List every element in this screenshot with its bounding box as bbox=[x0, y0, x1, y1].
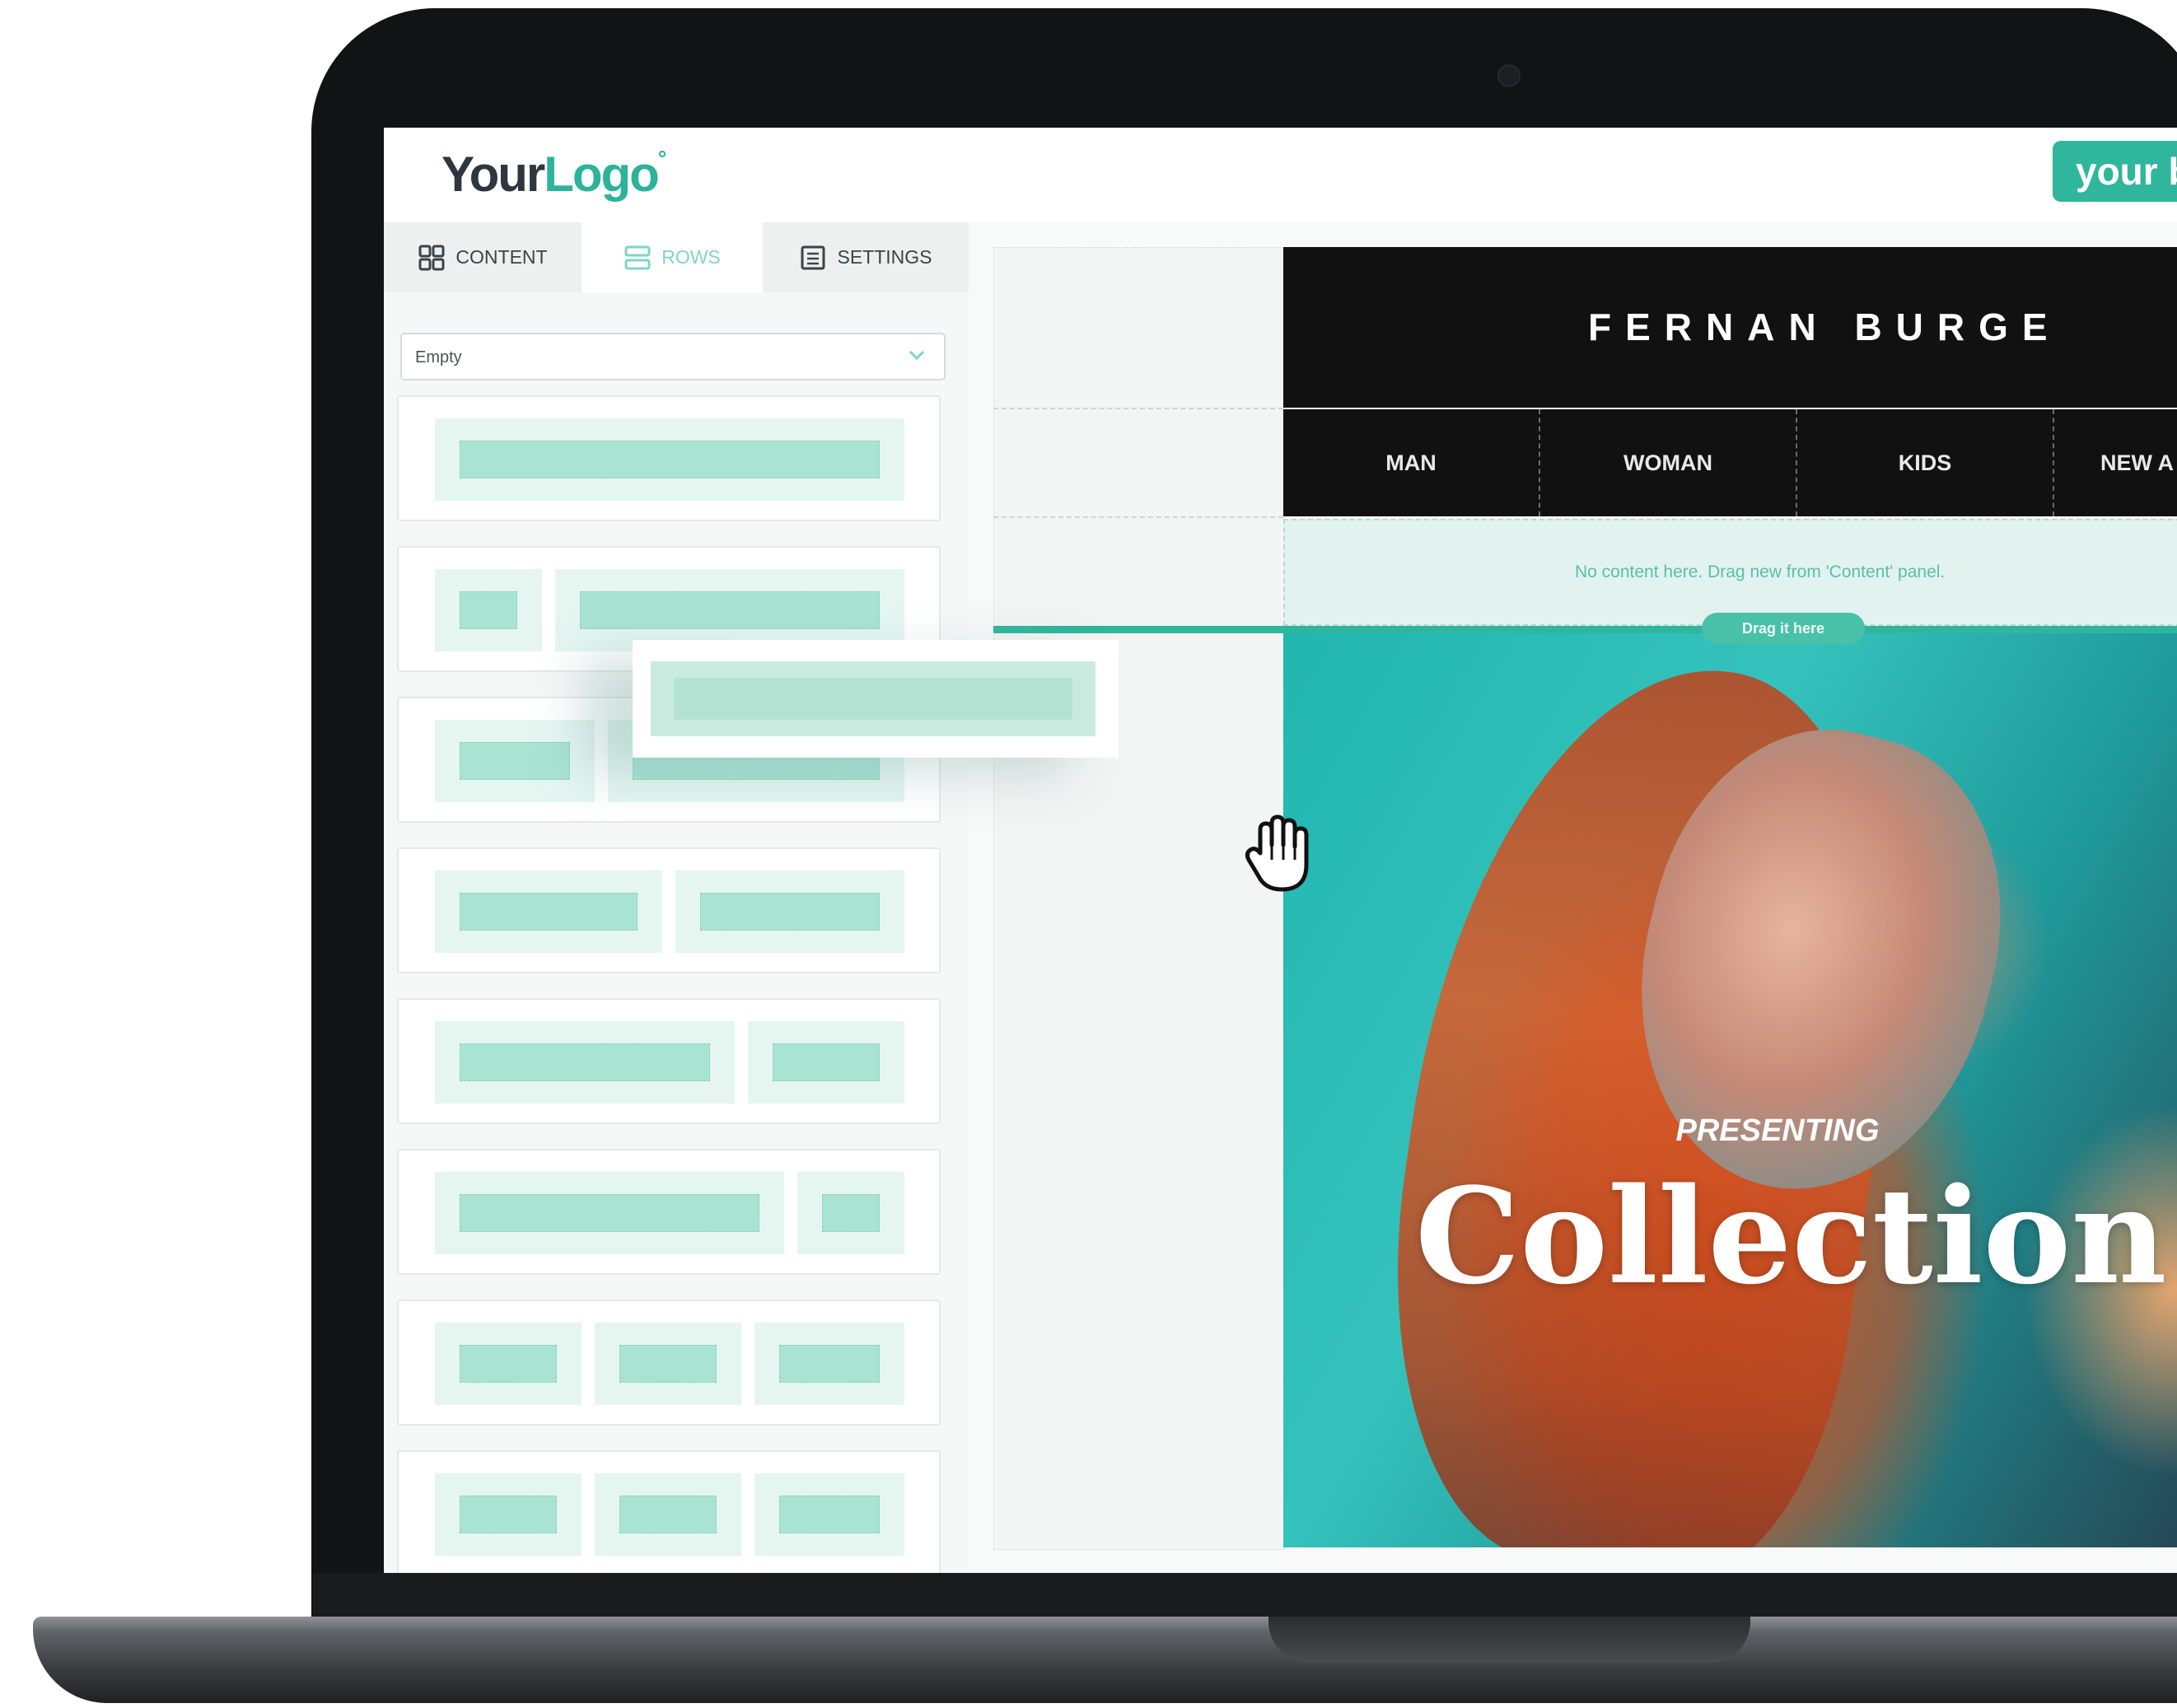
drop-label: Drag it here bbox=[1702, 613, 1865, 644]
rows-icon bbox=[624, 245, 651, 269]
hero-image: PRESENTING Collection X bbox=[1283, 632, 2177, 1547]
row-filter-value: Empty bbox=[415, 348, 462, 366]
sidebar: CONTENT ROWS SETTINGS Empty bbox=[384, 222, 970, 1573]
tab-rows[interactable]: ROWS bbox=[582, 222, 763, 292]
row-layout-3-1[interactable] bbox=[397, 1149, 941, 1275]
row-column bbox=[748, 1021, 904, 1104]
nav-item-kids[interactable]: KIDS bbox=[1797, 409, 2054, 516]
chevron-down-icon bbox=[909, 350, 925, 361]
row-layout-1-1[interactable] bbox=[397, 847, 941, 973]
laptop-notch bbox=[1268, 1617, 1750, 1663]
row-column bbox=[435, 1021, 735, 1104]
row-column bbox=[595, 1323, 741, 1405]
logo-text-your: Your bbox=[441, 147, 545, 202]
dragged-row-column bbox=[651, 661, 1096, 736]
row-layout-3-col-b[interactable] bbox=[397, 1450, 941, 1573]
hero-title: Collection X bbox=[1415, 1159, 2177, 1314]
row-column bbox=[435, 720, 595, 802]
logo-text-logo: Logo bbox=[544, 147, 660, 202]
row-column bbox=[555, 569, 904, 651]
laptop-bottom-bezel bbox=[313, 1573, 2177, 1621]
row-column bbox=[675, 870, 904, 953]
row-column bbox=[435, 569, 542, 651]
sidebar-tabs: CONTENT ROWS SETTINGS bbox=[384, 222, 969, 292]
row-layout-1-col[interactable] bbox=[397, 395, 941, 521]
row-column bbox=[754, 1323, 904, 1405]
row-column bbox=[754, 1473, 904, 1556]
tab-settings[interactable]: SETTINGS bbox=[763, 222, 969, 292]
row-layout-3-col[interactable] bbox=[397, 1300, 941, 1426]
row-divider bbox=[993, 516, 1283, 518]
app-header: YourLogo° your b bbox=[384, 128, 2177, 222]
row-column bbox=[797, 1172, 904, 1254]
app-logo[interactable]: YourLogo° bbox=[441, 146, 667, 203]
row-column bbox=[595, 1473, 741, 1556]
tab-content-label: CONTENT bbox=[455, 246, 548, 268]
row-layout-2-1[interactable] bbox=[397, 998, 941, 1124]
tab-content[interactable]: CONTENT bbox=[384, 222, 582, 292]
row-column bbox=[435, 1473, 582, 1556]
row-column bbox=[435, 418, 904, 501]
brand-button[interactable]: your b bbox=[2053, 141, 2177, 202]
tab-rows-label: ROWS bbox=[661, 246, 721, 268]
grid-icon bbox=[418, 245, 445, 270]
settings-icon bbox=[801, 245, 825, 269]
row-divider bbox=[993, 408, 1283, 409]
row-filter-select[interactable]: Empty bbox=[400, 333, 946, 380]
hero-kicker: PRESENTING bbox=[1675, 1113, 1880, 1148]
nav-item-new[interactable]: NEW A bbox=[2054, 409, 2177, 516]
grab-hand-icon bbox=[1245, 814, 1309, 892]
tab-settings-label: SETTINGS bbox=[837, 246, 932, 268]
dragged-row-ghost[interactable] bbox=[633, 640, 1119, 758]
row-column bbox=[435, 1172, 784, 1254]
email-nav: MAN WOMAN KIDS NEW A bbox=[1283, 409, 2177, 516]
canvas-margin bbox=[993, 247, 1285, 1550]
editor-canvas[interactable]: FERNAN BURGE MAN WOMAN KIDS NEW A No con… bbox=[969, 222, 2177, 1573]
row-column bbox=[435, 1323, 582, 1405]
nav-item-man[interactable]: MAN bbox=[1283, 409, 1540, 516]
camera-icon bbox=[1497, 64, 1521, 87]
drop-indicator bbox=[993, 626, 2177, 633]
empty-drop-zone[interactable]: No content here. Drag new from 'Content'… bbox=[1283, 519, 2177, 626]
laptop-base bbox=[33, 1617, 2177, 1703]
nav-item-woman[interactable]: WOMAN bbox=[1540, 409, 1797, 516]
row-column bbox=[435, 870, 662, 953]
email-brand-header[interactable]: FERNAN BURGE bbox=[1283, 247, 2177, 408]
logo-mark: ° bbox=[657, 146, 667, 170]
